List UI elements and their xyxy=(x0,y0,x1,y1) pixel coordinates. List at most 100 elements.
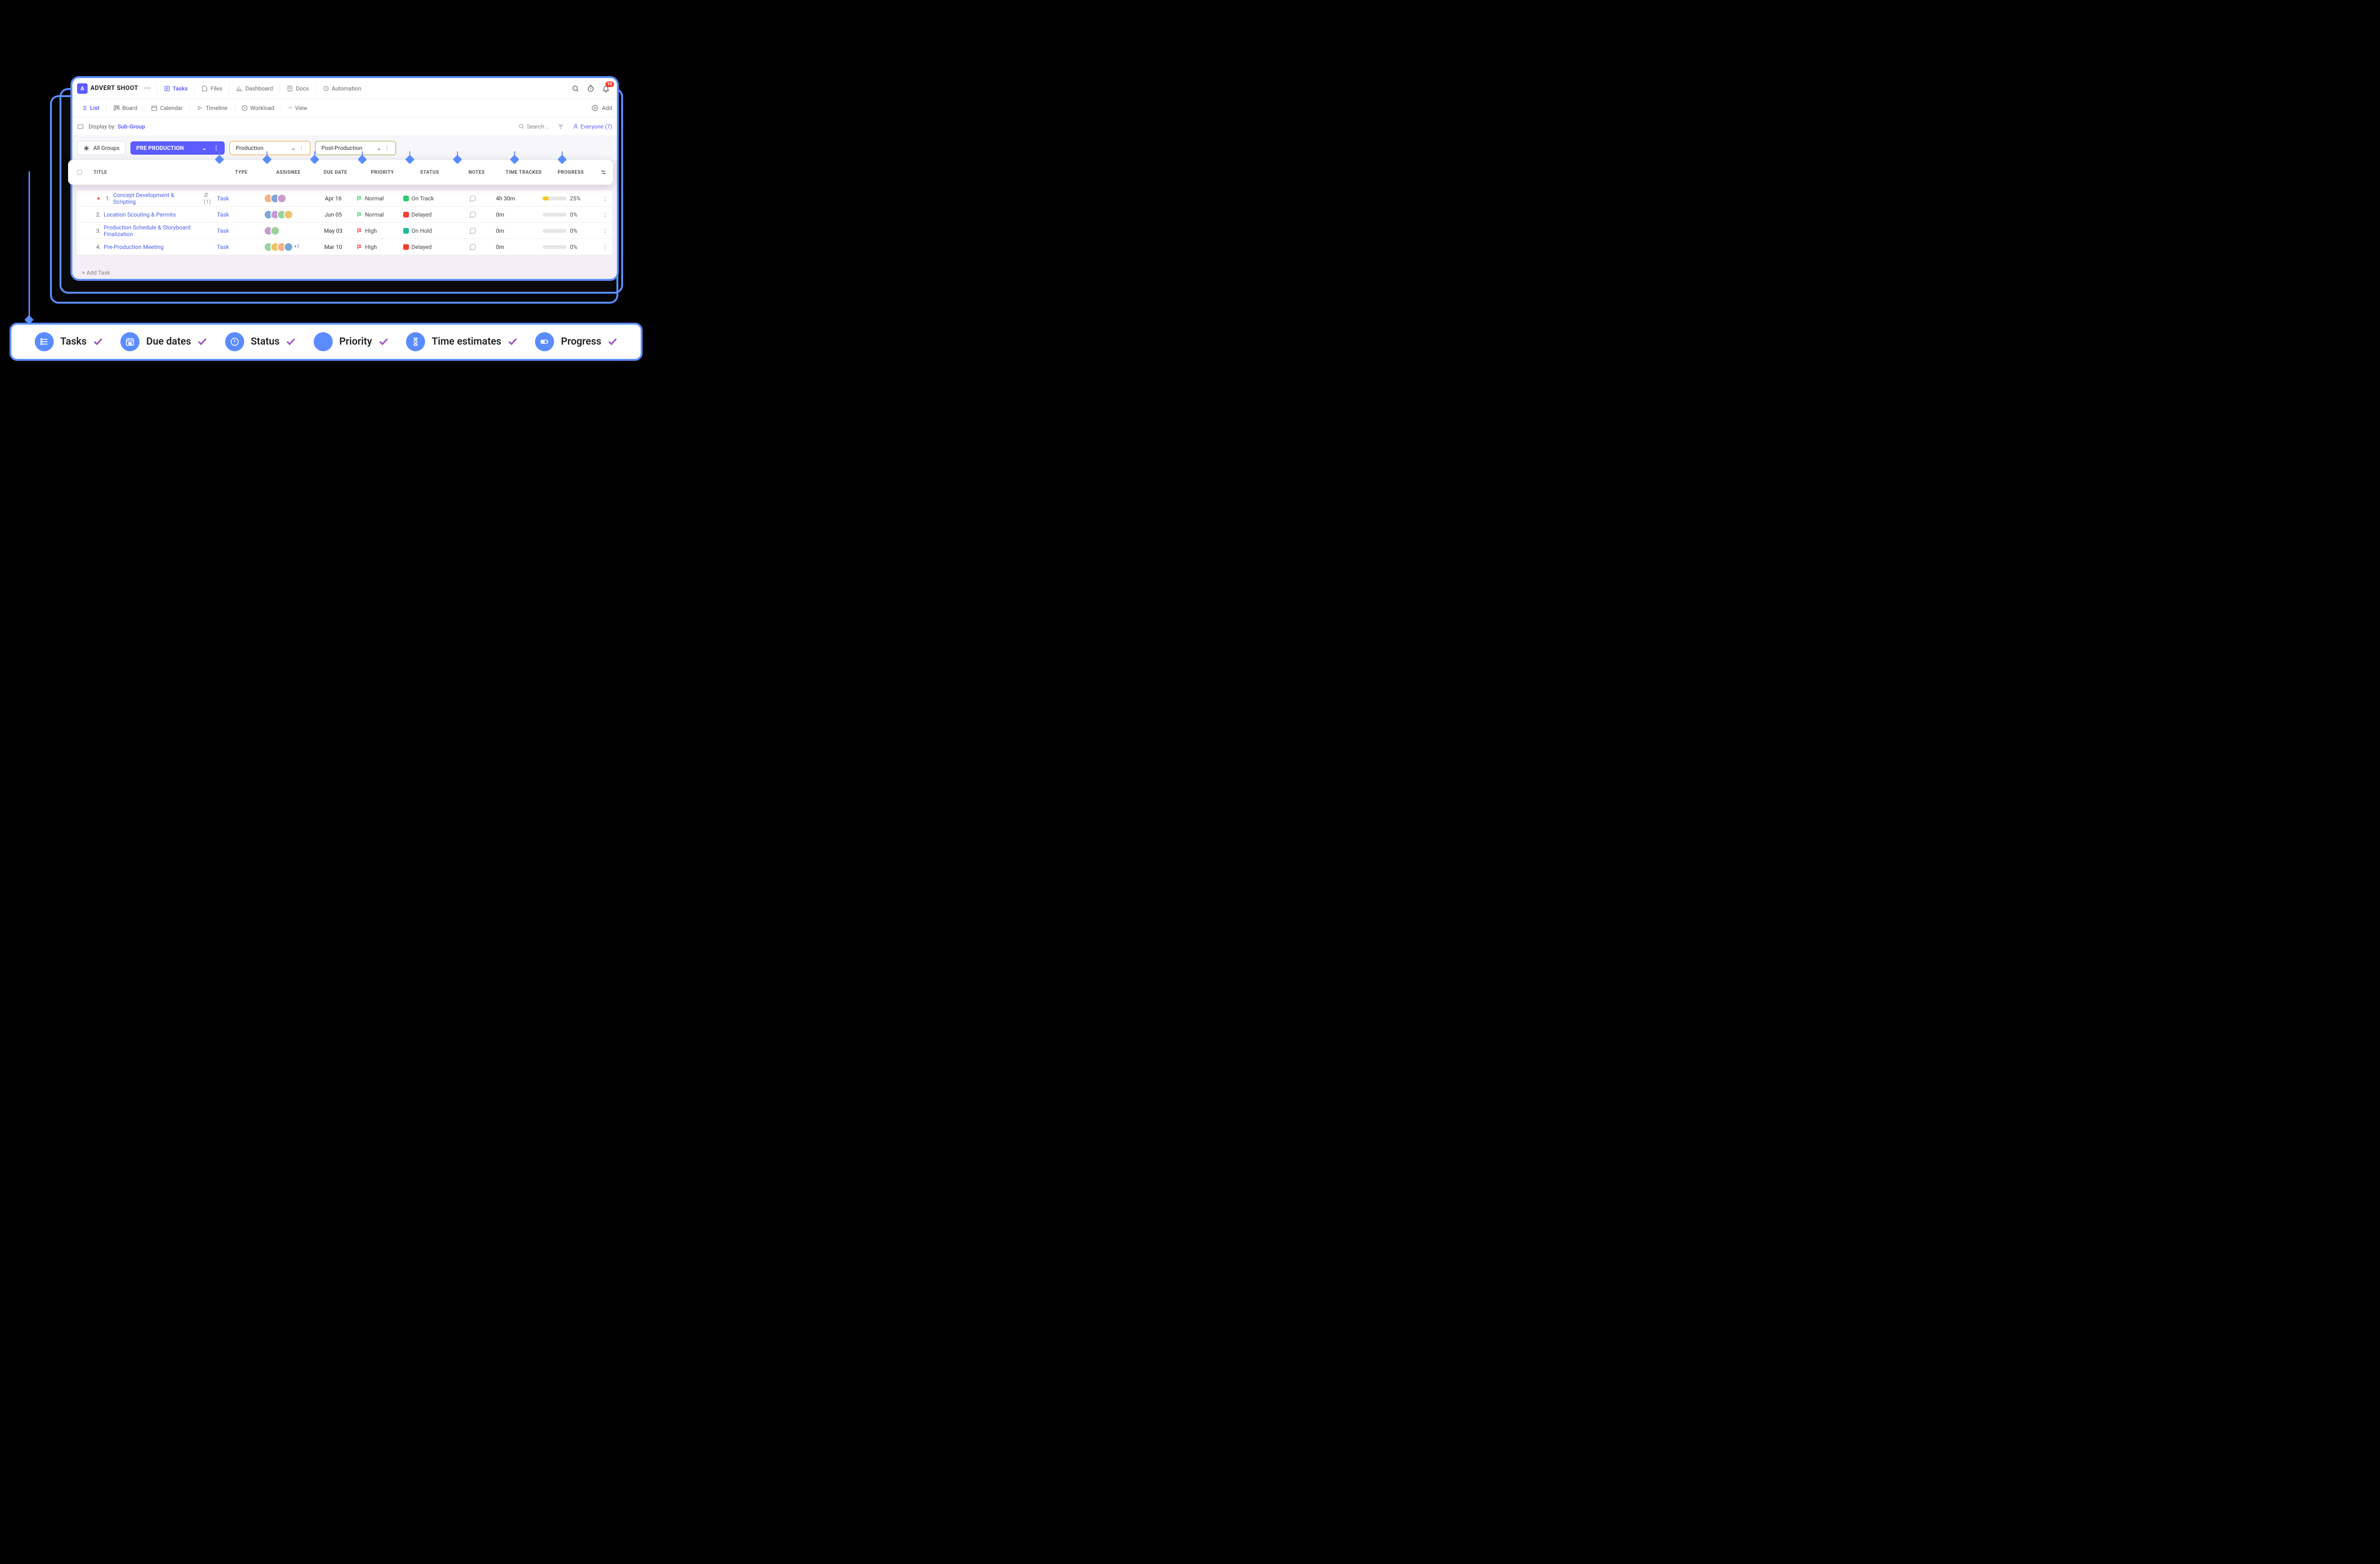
task-title-link[interactable]: Production Schedule & Storyboard Finaliz… xyxy=(104,224,217,238)
assignee-cell[interactable] xyxy=(264,210,310,219)
row-more-button[interactable]: ⋮ xyxy=(598,211,612,218)
table-row[interactable]: 3.Production Schedule & Storyboard Final… xyxy=(77,223,612,239)
nav-files-label: Files xyxy=(210,85,222,92)
nav-automation[interactable]: Automation xyxy=(319,83,365,94)
view-timeline[interactable]: Timeline xyxy=(193,103,231,113)
row-more-button[interactable]: ⋮ xyxy=(598,228,612,234)
assignee-cell[interactable]: +1 xyxy=(264,242,310,252)
nav-files[interactable]: Files xyxy=(198,83,226,94)
col-priority[interactable]: PRIORITY xyxy=(359,170,406,175)
col-time-tracked[interactable]: TIME TRACKED xyxy=(500,170,547,175)
type-cell[interactable]: Task xyxy=(217,195,264,202)
time-tracked-cell[interactable]: 4h 30m xyxy=(496,195,543,202)
chevron-down-icon: ⌄ xyxy=(202,145,207,151)
col-due-date[interactable]: DUE DATE xyxy=(312,170,359,175)
priority-cell[interactable]: Normal xyxy=(357,195,403,202)
view-board[interactable]: Board xyxy=(109,103,141,113)
col-type[interactable]: TYPE xyxy=(218,170,265,175)
type-cell[interactable]: Task xyxy=(217,228,264,234)
time-tracked-cell[interactable]: 0m xyxy=(496,244,543,250)
progress-cell[interactable]: 0% xyxy=(543,211,598,218)
progress-cell[interactable]: 0% xyxy=(543,244,598,250)
col-assignee[interactable]: ASSIGNEE xyxy=(265,170,312,175)
search-input[interactable]: Search .. xyxy=(518,123,548,130)
due-date-cell[interactable]: Jun 05 xyxy=(310,211,357,218)
task-title-link[interactable]: Location Scouting & Permits xyxy=(104,211,176,218)
more-icon[interactable]: ⋮ xyxy=(213,145,219,151)
filter-icon[interactable] xyxy=(557,123,564,130)
notes-cell[interactable] xyxy=(449,243,496,251)
col-progress[interactable]: PROGRESS xyxy=(547,170,595,175)
priority-cell[interactable]: High xyxy=(357,244,403,250)
notes-cell[interactable] xyxy=(449,211,496,218)
separator xyxy=(189,104,190,112)
search-button[interactable] xyxy=(569,82,582,95)
progress-cell[interactable]: 0% xyxy=(543,228,598,234)
priority-cell[interactable]: High xyxy=(357,228,403,234)
title-cell[interactable]: 3.Production Schedule & Storyboard Final… xyxy=(77,224,217,238)
display-by[interactable]: Display by: Sub-Group xyxy=(89,123,145,130)
settings-icon[interactable] xyxy=(592,105,598,111)
row-more-button[interactable]: ⋮ xyxy=(598,244,612,250)
table-row[interactable]: 4.Pre-Production MeetingTask +1 Mar 10High… xyxy=(77,239,612,255)
progress-bar xyxy=(543,245,566,249)
view-workload[interactable]: Workload xyxy=(238,103,278,113)
time-tracked-cell[interactable]: 0m xyxy=(496,211,543,218)
col-title[interactable]: TITLE xyxy=(90,170,218,175)
view-list[interactable]: List xyxy=(77,103,103,113)
project-more-button[interactable]: ••• xyxy=(141,85,154,92)
progress-cell[interactable]: 25% xyxy=(543,195,598,202)
table-row[interactable]: 2.Location Scouting & PermitsTask Jun 05N… xyxy=(77,207,612,223)
check-icon xyxy=(508,337,517,346)
type-cell[interactable]: Task xyxy=(217,244,264,250)
type-cell[interactable]: Task xyxy=(217,211,264,218)
notifications-button[interactable]: 10 xyxy=(600,82,612,95)
add-task-button[interactable]: + Add Task xyxy=(82,269,110,276)
title-cell[interactable]: 1.Concept Development & Scripting⇵ (1) xyxy=(77,192,217,205)
task-title-link[interactable]: Concept Development & Scripting xyxy=(113,192,198,205)
due-date-cell[interactable]: Apr 16 xyxy=(310,195,357,202)
column-settings-button[interactable] xyxy=(594,169,613,176)
nav-tasks[interactable]: Tasks xyxy=(160,83,192,94)
assignee-more: +1 xyxy=(294,244,299,249)
select-all-checkbox[interactable] xyxy=(68,169,90,176)
due-date-cell[interactable]: Mar 10 xyxy=(310,244,357,250)
add-view-label[interactable]: Add xyxy=(602,105,612,111)
nav-docs-label: Docs xyxy=(296,85,308,92)
col-status[interactable]: STATUS xyxy=(406,170,453,175)
group-production[interactable]: Production ⌄ ⋮ xyxy=(229,141,310,155)
table-row[interactable]: 1.Concept Development & Scripting⇵ (1)Ta… xyxy=(77,190,612,207)
time-tracked-cell[interactable]: 0m xyxy=(496,228,543,234)
due-date-cell[interactable]: May 03 xyxy=(310,228,357,234)
chevron-down-icon: ⌄ xyxy=(291,145,296,151)
status-cell[interactable]: On Track xyxy=(403,195,450,202)
status-dot xyxy=(403,244,409,250)
status-cell[interactable]: Delayed xyxy=(403,244,450,250)
summary-item-status: Status xyxy=(225,332,296,351)
task-title-link[interactable]: Pre-Production Meeting xyxy=(104,244,164,250)
more-icon[interactable]: ⋮ xyxy=(298,145,304,151)
notes-cell[interactable] xyxy=(449,195,496,202)
status-cell[interactable]: On Hold xyxy=(403,228,450,234)
view-add[interactable]: — View xyxy=(284,103,311,113)
nav-dashboard[interactable]: Dashboard xyxy=(232,83,277,94)
priority-cell[interactable]: Normal xyxy=(357,211,403,218)
timer-button[interactable] xyxy=(585,82,597,95)
more-icon[interactable]: ⋮ xyxy=(384,145,390,151)
assignee-cell[interactable] xyxy=(264,194,310,203)
view-calendar[interactable]: Calendar xyxy=(147,103,187,113)
col-notes[interactable]: NOTES xyxy=(453,170,500,175)
title-cell[interactable]: 2.Location Scouting & Permits xyxy=(77,211,217,218)
group-pre-production[interactable]: PRE PRODUCTION ⌄ ⋮ xyxy=(130,141,225,155)
status-label: On Hold xyxy=(412,228,432,234)
title-cell[interactable]: 4.Pre-Production Meeting xyxy=(77,244,217,250)
notes-cell[interactable] xyxy=(449,227,496,235)
avatar xyxy=(277,194,287,203)
group-post-production[interactable]: Post-Production ⌄ ⋮ xyxy=(315,141,396,155)
assignee-cell[interactable] xyxy=(264,226,310,236)
people-filter[interactable]: Everyone (7) xyxy=(573,123,612,130)
status-cell[interactable]: Delayed xyxy=(403,211,450,218)
row-more-button[interactable]: ⋮ xyxy=(598,195,612,202)
group-all[interactable]: All Groups xyxy=(77,141,126,155)
nav-docs[interactable]: Docs xyxy=(283,83,312,94)
